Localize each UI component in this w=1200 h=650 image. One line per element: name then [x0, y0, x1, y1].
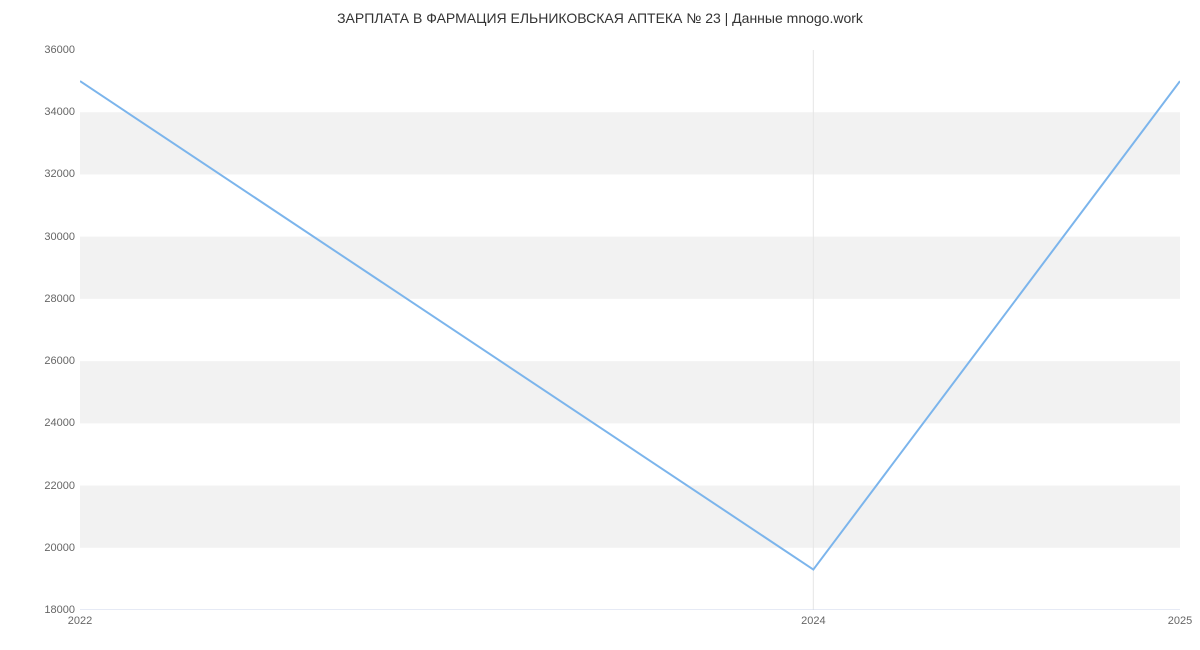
- chart-container: ЗАРПЛАТА В ФАРМАЦИЯ ЕЛЬНИКОВСКАЯ АПТЕКА …: [0, 0, 1200, 650]
- grid-band: [80, 486, 1180, 548]
- y-tick-label: 26000: [10, 355, 75, 367]
- chart-title: ЗАРПЛАТА В ФАРМАЦИЯ ЕЛЬНИКОВСКАЯ АПТЕКА …: [0, 0, 1200, 40]
- plot-area: [80, 50, 1180, 610]
- x-tick-label: 2025: [1168, 615, 1192, 627]
- y-tick-label: 22000: [10, 480, 75, 492]
- x-tick-label: 2022: [68, 615, 92, 627]
- y-tick-label: 32000: [10, 168, 75, 180]
- chart-svg: [80, 50, 1180, 610]
- y-tick-label: 24000: [10, 417, 75, 429]
- grid-band: [80, 112, 1180, 174]
- y-tick-label: 20000: [10, 542, 75, 554]
- y-tick-label: 28000: [10, 293, 75, 305]
- y-tick-label: 34000: [10, 106, 75, 118]
- x-tick-label: 2024: [801, 615, 825, 627]
- grid-band: [80, 237, 1180, 299]
- grid-band: [80, 361, 1180, 423]
- y-tick-label: 36000: [10, 44, 75, 56]
- y-tick-label: 30000: [10, 231, 75, 243]
- y-tick-label: 18000: [10, 604, 75, 616]
